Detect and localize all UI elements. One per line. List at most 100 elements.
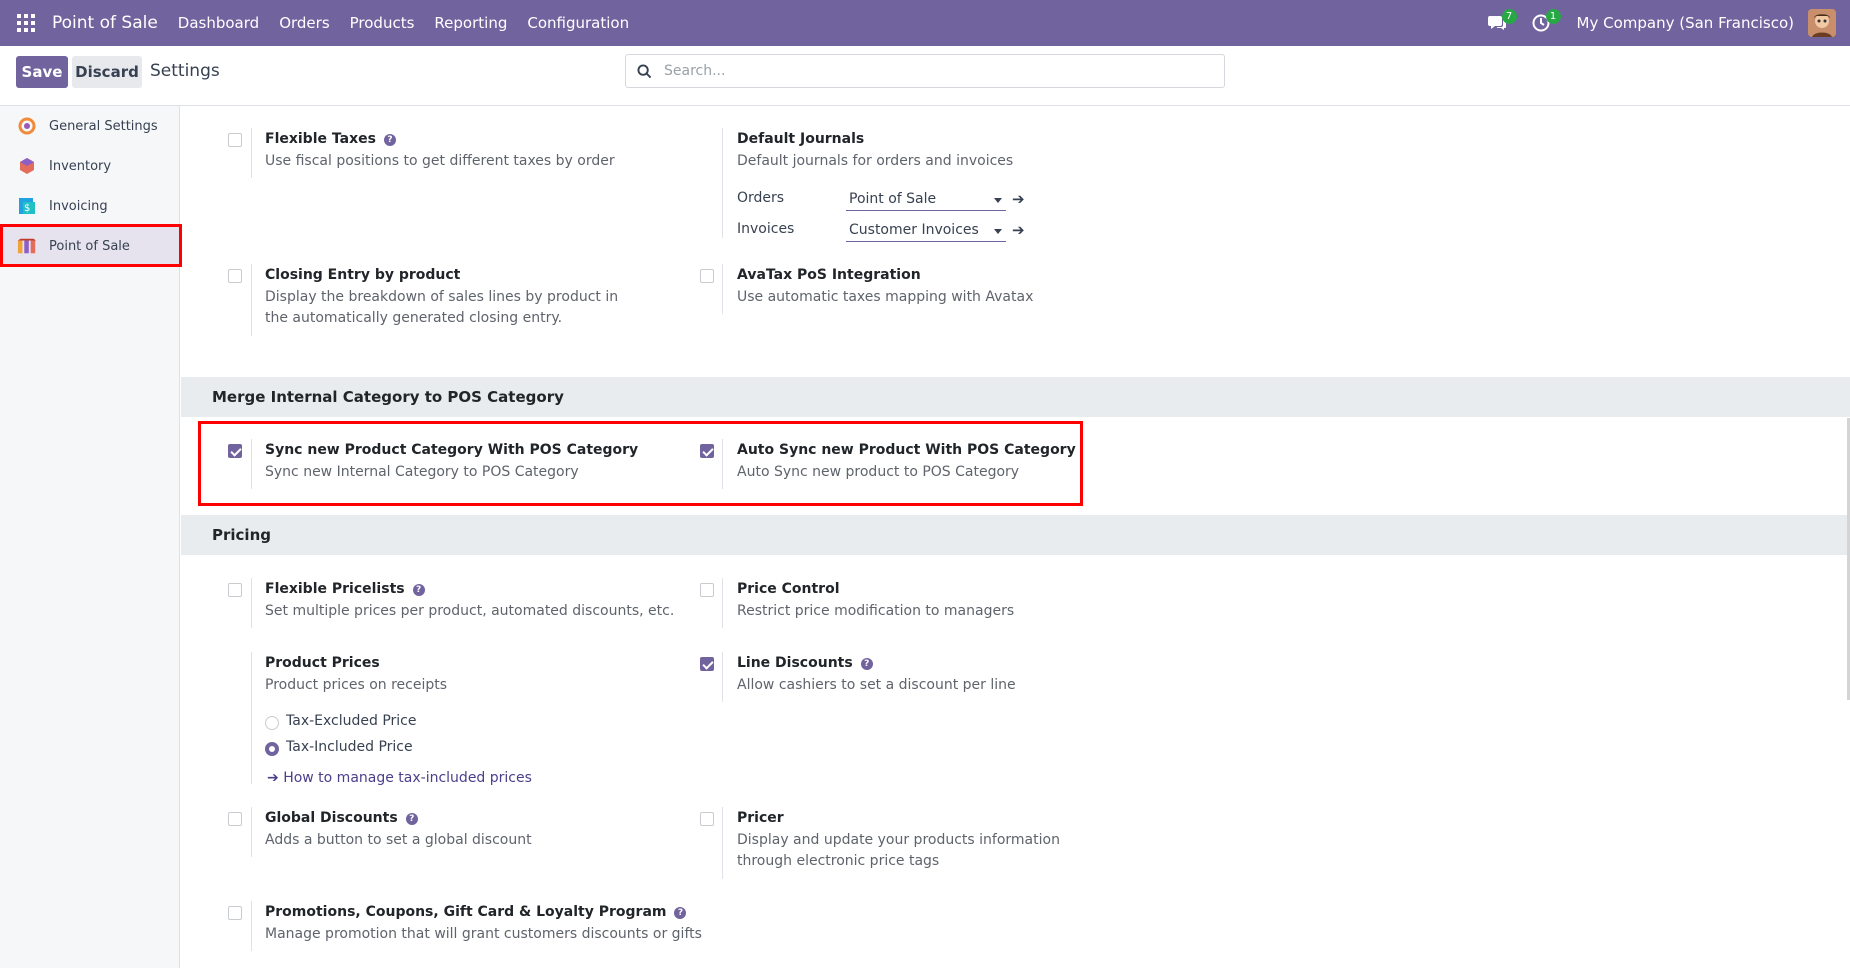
product-prices-desc: Product prices on receipts: [265, 677, 448, 693]
activities-button[interactable]: 1: [1527, 9, 1561, 37]
tax-excluded-label[interactable]: Tax-Excluded Price: [286, 713, 416, 729]
flexible-taxes-desc: Use fiscal positions to get different ta…: [265, 153, 615, 169]
settings-sidebar: General Settings Inventory $ Invoicing P…: [0, 106, 180, 968]
invoices-journal-open-arrow-icon[interactable]: ➔: [1012, 221, 1025, 239]
menu-dashboard[interactable]: Dashboard: [178, 14, 259, 32]
menu-reporting[interactable]: Reporting: [434, 14, 507, 32]
menu-products[interactable]: Products: [350, 14, 415, 32]
sidebar-item-label: General Settings: [49, 118, 158, 134]
page-title: Settings: [150, 61, 220, 81]
tax-included-help-link[interactable]: ➔ How to manage tax-included prices: [267, 770, 532, 786]
sidebar-item-general-settings[interactable]: General Settings: [0, 106, 180, 146]
tax-included-radio[interactable]: [265, 742, 279, 756]
apps-menu-icon[interactable]: [0, 0, 52, 46]
divider: [722, 578, 723, 628]
sidebar-item-inventory[interactable]: Inventory: [0, 146, 180, 186]
auto-sync-title: Auto Sync new Product With POS Category: [737, 442, 1076, 458]
promotions-checkbox[interactable]: [228, 906, 242, 920]
search-icon: [637, 63, 652, 78]
line-discounts-title: Line Discounts?: [737, 655, 873, 671]
tax-included-label[interactable]: Tax-Included Price: [286, 739, 413, 755]
help-icon[interactable]: ?: [860, 658, 873, 670]
sidebar-item-invoicing[interactable]: $ Invoicing: [0, 186, 180, 226]
pricer-desc: Display and update your products informa…: [737, 832, 1060, 869]
sync-category-title: Sync new Product Category With POS Categ…: [265, 442, 639, 458]
global-discounts-desc: Adds a button to set a global discount: [265, 832, 532, 848]
point-of-sale-icon: [17, 236, 37, 256]
pricer-checkbox[interactable]: [700, 812, 714, 826]
invoicing-icon: $: [17, 196, 37, 216]
settings-content: → Taxes Flexible Taxes? Use fiscal posit…: [181, 106, 1850, 968]
closing-entry-title: Closing Entry by product: [265, 267, 461, 283]
flexible-pricelists-desc: Set multiple prices per product, automat…: [265, 603, 675, 619]
sidebar-item-label: Point of Sale: [49, 238, 130, 254]
auto-sync-checkbox[interactable]: [700, 444, 714, 458]
product-prices-title: Product Prices: [265, 655, 380, 671]
global-discounts-title: Global Discounts?: [265, 810, 418, 826]
divider: [251, 652, 252, 784]
top-navbar: Point of Sale Dashboard Orders Products …: [0, 0, 1850, 46]
inventory-icon: [17, 156, 37, 176]
caret-down-icon: [994, 229, 1002, 234]
orders-journal-value: Point of Sale: [849, 191, 937, 207]
default-journals-title: Default Journals: [737, 131, 865, 147]
help-icon[interactable]: ?: [383, 134, 396, 146]
caret-down-icon: [994, 198, 1002, 203]
menu-orders[interactable]: Orders: [279, 14, 329, 32]
divider: [251, 439, 252, 489]
divider: [251, 264, 252, 336]
divider: [722, 264, 723, 314]
sidebar-item-point-of-sale[interactable]: Point of Sale: [0, 226, 180, 266]
orders-journal-open-arrow-icon[interactable]: ➔: [1012, 190, 1025, 208]
messages-button[interactable]: 7: [1483, 9, 1517, 37]
app-brand[interactable]: Point of Sale: [52, 13, 158, 33]
promotions-desc: Manage promotion that will grant custome…: [265, 926, 702, 942]
user-avatar[interactable]: [1808, 9, 1836, 37]
control-panel: Save Discard Settings: [0, 46, 1850, 106]
help-icon[interactable]: ?: [674, 907, 687, 919]
pricer-title: Pricer: [737, 810, 784, 826]
global-discounts-checkbox[interactable]: [228, 812, 242, 826]
orders-journal-select[interactable]: Point of Sale: [846, 189, 1006, 211]
divider: [251, 901, 252, 951]
closing-entry-checkbox[interactable]: [228, 269, 242, 283]
line-discounts-desc: Allow cashiers to set a discount per lin…: [737, 677, 1016, 693]
company-switcher[interactable]: My Company (San Francisco): [1577, 14, 1794, 32]
invoices-journal-value: Customer Invoices: [849, 222, 979, 238]
flexible-taxes-checkbox[interactable]: [228, 133, 242, 147]
avatax-desc: Use automatic taxes mapping with Avatax: [737, 289, 1034, 305]
save-button[interactable]: Save: [16, 56, 68, 88]
divider: [251, 578, 252, 628]
price-control-title: Price Control: [737, 581, 840, 597]
menu-configuration[interactable]: Configuration: [527, 14, 629, 32]
merge-category-section-header: Merge Internal Category to POS Category: [181, 377, 1850, 417]
flexible-pricelists-title: Flexible Pricelists?: [265, 581, 425, 597]
help-icon[interactable]: ?: [412, 584, 425, 596]
svg-text:$: $: [24, 203, 30, 214]
divider: [251, 807, 252, 857]
taxes-link-fragment[interactable]: → Taxes: [271, 106, 322, 109]
divider: [251, 128, 252, 178]
tax-excluded-radio[interactable]: [265, 716, 279, 730]
general-settings-icon: [17, 116, 37, 136]
discard-button[interactable]: Discard: [72, 56, 142, 88]
search-box[interactable]: [625, 54, 1225, 88]
default-journals-desc: Default journals for orders and invoices: [737, 153, 1014, 169]
divider: [722, 652, 723, 702]
help-icon[interactable]: ?: [405, 813, 418, 825]
sync-category-checkbox[interactable]: [228, 444, 242, 458]
invoices-journal-select[interactable]: Customer Invoices: [846, 220, 1006, 242]
orders-journal-label: Orders: [737, 190, 785, 206]
price-control-checkbox[interactable]: [700, 583, 714, 597]
divider: [722, 807, 723, 879]
avatax-title: AvaTax PoS Integration: [737, 267, 921, 283]
line-discounts-checkbox[interactable]: [700, 657, 714, 671]
promotions-title: Promotions, Coupons, Gift Card & Loyalty…: [265, 904, 687, 920]
price-control-desc: Restrict price modification to managers: [737, 603, 1015, 619]
flexible-taxes-title: Flexible Taxes?: [265, 131, 396, 147]
search-input[interactable]: [664, 63, 1204, 79]
pricing-section-header: Pricing: [181, 515, 1850, 555]
flexible-pricelists-checkbox[interactable]: [228, 583, 242, 597]
sidebar-item-label: Inventory: [49, 158, 112, 174]
avatax-checkbox[interactable]: [700, 269, 714, 283]
